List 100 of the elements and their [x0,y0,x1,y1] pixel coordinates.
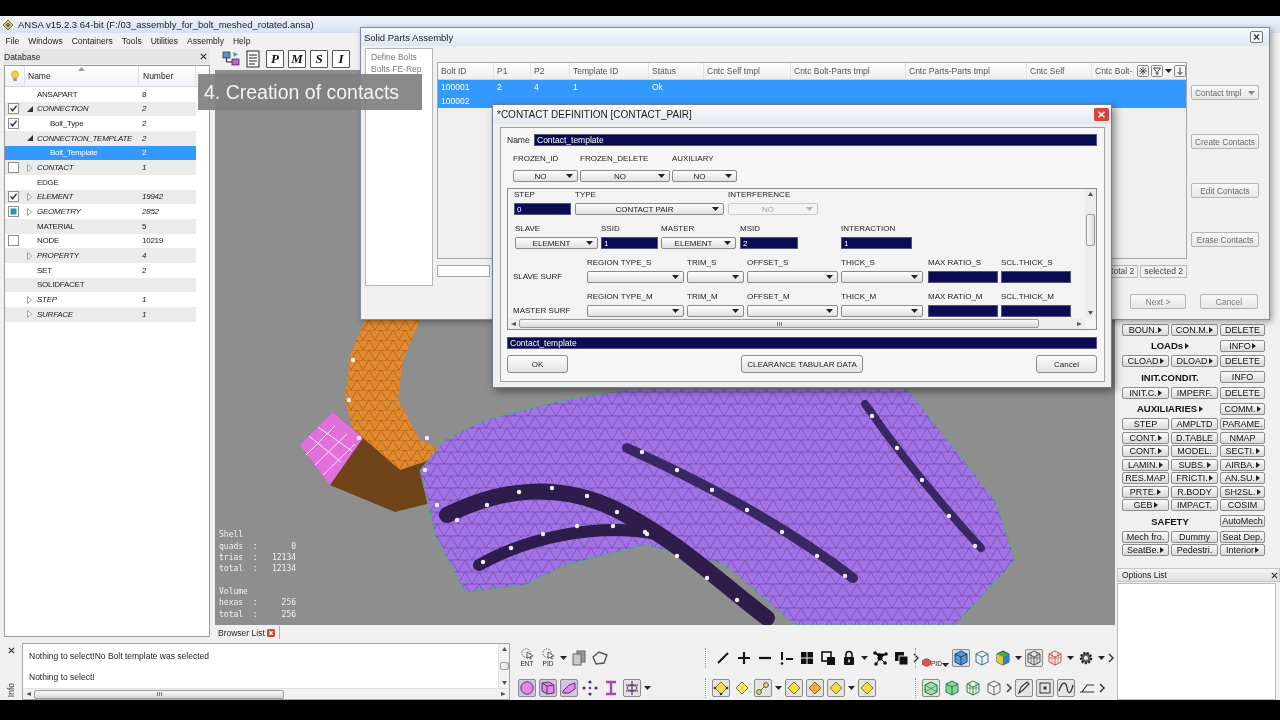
down-arrow-icon[interactable] [501,681,507,685]
input-field[interactable]: 2 [740,237,798,249]
checkbox[interactable] [8,191,19,203]
node-chain-icon[interactable] [754,679,772,697]
wireframe-cube-icon[interactable] [1024,649,1043,667]
caret-icon[interactable] [826,309,833,313]
right-arrow-icon[interactable] [501,692,506,696]
horizontal-scrollbar[interactable] [508,318,1085,329]
caret-icon[interactable] [672,309,679,313]
close-icon[interactable] [7,647,15,654]
menu-item[interactable]: Windows [23,35,68,46]
four-squares-icon[interactable] [798,649,816,667]
deck-button[interactable]: STEP [1122,418,1169,431]
deck-button[interactable]: SeatBe. [1122,544,1169,557]
menu-item[interactable]: Containers [67,35,118,46]
deck-button[interactable]: SH2SL. [1220,485,1265,498]
diamond-icon[interactable] [858,679,876,697]
deck-button[interactable]: CLOAD [1122,355,1169,368]
caret-icon[interactable] [566,174,573,178]
deck-button[interactable]: AMPLTD [1171,418,1218,431]
curve-icon[interactable] [1057,679,1075,697]
letter-button[interactable]: I [332,50,350,68]
column-header[interactable]: Number [139,66,196,86]
dropdown[interactable]: CONTACT PAIR [575,203,724,215]
tab[interactable]: Browser List [217,626,280,639]
dropdown[interactable] [687,305,744,317]
cube-icon[interactable] [951,649,970,667]
input-field[interactable]: 0 [514,203,571,215]
list-document-icon[interactable] [244,50,262,68]
deck-button[interactable]: CON.M. [1171,323,1218,336]
action-button[interactable]: Edit Contacts [1191,183,1259,198]
deck-button[interactable]: BOUN. [1122,323,1169,336]
section-plane-icon[interactable] [623,679,641,697]
deck-button[interactable]: NMAP [1220,431,1265,444]
caret-icon[interactable] [732,275,739,279]
deck-button[interactable]: LAMIN. [1122,458,1169,471]
input-field[interactable] [928,305,998,317]
column-header[interactable]: Cntc Bolt-Parts tmpl [791,63,906,79]
template-dropdown[interactable]: Contact tmpl [1191,85,1259,100]
deck-button[interactable]: MODEL. [1171,445,1218,458]
caret-icon[interactable] [775,686,782,690]
dropdown[interactable]: NO [580,170,670,182]
deck-button[interactable]: AutoMech [1220,515,1265,527]
deck-button[interactable]: FRICTI. [1171,472,1218,485]
triangle-icon[interactable] [27,135,33,142]
input-field[interactable] [1001,305,1071,317]
caret-icon[interactable] [658,174,665,178]
menu-item[interactable]: Utilities [146,35,183,46]
cube-icon[interactable] [972,649,991,667]
chevron-right-icon[interactable] [1099,683,1105,693]
caret-icon[interactable] [826,275,833,279]
deck-button[interactable]: COMM. [1220,402,1265,415]
side-tab-label[interactable]: Info [6,682,16,697]
deck-button[interactable]: RES.MAP [1122,472,1169,485]
deck-button[interactable]: AN.SU. [1220,472,1265,485]
hexahedron-icon[interactable] [539,679,557,697]
circle-icon[interactable] [518,679,536,697]
tree-row[interactable]: PROPERTY 4 [5,248,196,263]
caret-icon[interactable] [644,686,651,690]
checkbox[interactable] [8,103,19,115]
caret-icon[interactable] [724,241,731,245]
deck-button[interactable]: Interior [1220,544,1265,557]
grid-cube-icon[interactable] [964,679,982,697]
vertical-scrollbar[interactable] [498,644,509,688]
right-arrow-icon[interactable] [1077,321,1082,326]
prism-icon[interactable] [560,679,578,697]
tree-structure-icon[interactable] [222,50,240,68]
deck-button[interactable]: SECTI. [1220,445,1265,458]
deck-button[interactable]: INFO [1220,339,1265,352]
dot-square-icon[interactable] [1036,679,1054,697]
mesh-box-icon[interactable] [922,679,940,697]
deck-button[interactable]: GEB [1122,499,1169,512]
dialog-button[interactable]: OK [507,355,568,373]
letter-button[interactable]: P [266,50,284,68]
up-arrow-icon[interactable] [1088,192,1093,196]
section-heading[interactable]: INIT.CONDIT. [1122,370,1218,384]
overlapping-squares-icon[interactable] [819,649,837,667]
input-field[interactable] [1001,271,1071,283]
dropdown[interactable]: ELEMENT [515,237,598,249]
caret-icon[interactable] [1165,69,1172,73]
caret-icon[interactable] [732,309,739,313]
action-button[interactable]: Erase Contacts [1191,232,1259,247]
section-heading[interactable]: LOADs [1122,338,1218,353]
deck-button[interactable]: Seat Dep. [1220,530,1265,543]
left-arrow-icon[interactable] [26,692,31,696]
section-heading[interactable]: SAFETY [1122,514,1218,528]
column-header[interactable]: Cntc Self [1027,63,1092,79]
column-header[interactable]: P2 [531,63,570,79]
deck-button[interactable]: DLOAD [1171,355,1218,368]
sparkle-diamond-icon[interactable] [733,679,751,697]
checkbox[interactable] [8,206,19,218]
nav-button[interactable]: Cancel [1200,294,1258,309]
column-header[interactable]: P1 [494,63,531,79]
filter-field[interactable] [437,265,490,277]
caret-icon[interactable] [861,656,868,660]
deck-button[interactable]: R.BODY [1171,485,1218,498]
diamond-icon[interactable] [785,679,803,697]
deck-button[interactable]: PARAME. [1220,418,1265,431]
caret-icon[interactable] [560,656,567,660]
scrollbar-thumb[interactable] [34,689,284,699]
